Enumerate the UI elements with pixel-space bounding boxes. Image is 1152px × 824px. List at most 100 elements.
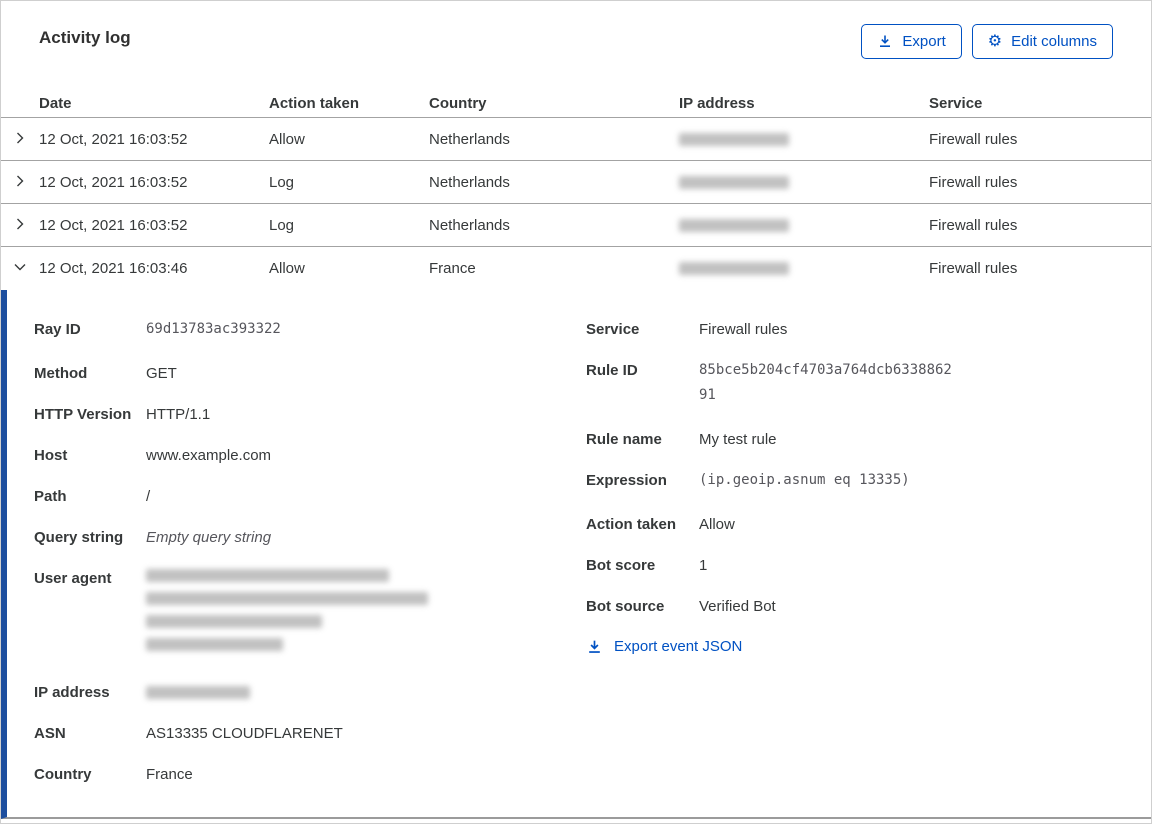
cell-action-taken: Allow: [269, 260, 305, 277]
detail-label: Bot source: [586, 598, 665, 615]
detail-row-ip-address: IP address: [34, 683, 586, 702]
detail-value: Empty query string: [146, 529, 272, 546]
edit-columns-button[interactable]: ⚙ Edit columns: [971, 23, 1113, 59]
detail-label: Bot score: [586, 557, 656, 574]
detail-value-redacted: [146, 569, 428, 661]
edit-columns-button-label: Edit columns: [1011, 32, 1097, 50]
gear-icon: ⚙: [987, 31, 1003, 50]
detail-value: My test rule: [699, 431, 777, 448]
detail-label: ASN: [34, 725, 66, 742]
column-header-service: Service: [929, 94, 983, 112]
event-details-right-column: Service Firewall rules Rule ID 85bce5b20…: [586, 320, 1151, 817]
detail-label: Rule name: [586, 431, 662, 448]
cell-service: Firewall rules: [929, 130, 1018, 148]
cell-country: France: [429, 260, 476, 277]
detail-label: Host: [34, 447, 68, 464]
detail-label: Ray ID: [34, 321, 81, 338]
cell-service: Firewall rules: [929, 173, 1018, 191]
chevron-right-icon: [12, 216, 28, 235]
detail-value: 85bce5b204cf4703a764dcb633886291: [699, 362, 952, 403]
collapse-row-button[interactable]: [10, 257, 30, 280]
detail-label: Service: [586, 321, 640, 338]
activity-log-panel: Activity log Export ⚙ Edit columns Date …: [0, 0, 1152, 824]
page-title: Activity log: [39, 28, 131, 47]
cell-country: Netherlands: [429, 173, 510, 191]
cell-country: Netherlands: [429, 130, 510, 148]
cell-action-taken: Log: [269, 216, 295, 234]
table-row[interactable]: 12 Oct, 2021 16:03:52 Log Netherlands Fi…: [1, 161, 1151, 204]
detail-row-method: Method GET: [34, 364, 586, 383]
cell-ip-address-redacted: [679, 262, 929, 275]
cell-date: 12 Oct, 2021 16:03:52: [39, 130, 188, 148]
column-header-date: Date: [39, 94, 72, 112]
table-header-row: Date Action taken Country IP address Ser…: [1, 89, 1151, 118]
table-row[interactable]: 12 Oct, 2021 16:03:52 Allow Netherlands …: [1, 118, 1151, 161]
detail-value: HTTP/1.1: [146, 406, 211, 423]
column-header-action-taken: Action taken: [269, 94, 360, 112]
chevron-right-icon: [12, 173, 28, 192]
detail-row-asn: ASN AS13335 CLOUDFLARENET: [34, 724, 586, 743]
detail-value-redacted: [146, 683, 250, 702]
detail-label: Rule ID: [586, 362, 638, 379]
detail-row-query-string: Query string Empty query string: [34, 528, 586, 547]
detail-value: France: [146, 766, 193, 783]
toolbar: Export ⚙ Edit columns: [861, 23, 1113, 59]
expand-row-button[interactable]: [10, 128, 30, 151]
expand-row-button[interactable]: [10, 171, 30, 194]
detail-row-user-agent: User agent: [34, 569, 586, 661]
detail-label: Method: [34, 365, 88, 382]
cell-date: 12 Oct, 2021 16:03:52: [39, 216, 188, 234]
column-header-country: Country: [429, 94, 487, 112]
table-row[interactable]: 12 Oct, 2021 16:03:52 Log Netherlands Fi…: [1, 204, 1151, 247]
detail-row-host: Host www.example.com: [34, 446, 586, 465]
detail-label: IP address: [34, 684, 110, 701]
detail-row-rule-id: Rule ID 85bce5b204cf4703a764dcb633886291: [586, 361, 1151, 408]
cell-ip-address-redacted: [679, 218, 929, 232]
cell-service: Firewall rules: [929, 260, 1018, 277]
detail-value: www.example.com: [146, 447, 272, 464]
cell-action-taken: Log: [269, 173, 295, 191]
detail-row-bot-score: Bot score 1: [586, 556, 1151, 575]
download-icon: [586, 638, 603, 655]
cell-action-taken: Allow: [269, 130, 305, 148]
detail-value: /: [146, 488, 151, 505]
export-button[interactable]: Export: [861, 23, 962, 59]
detail-label: Path: [34, 488, 67, 505]
download-icon: [877, 33, 893, 49]
export-button-label: Export: [902, 32, 946, 50]
detail-row-ray-id: Ray ID 69d13783ac393322: [34, 320, 586, 342]
table-row-expanded[interactable]: 12 Oct, 2021 16:03:46 Allow France Firew…: [1, 247, 1151, 290]
detail-row-rule-name: Rule name My test rule: [586, 430, 1151, 449]
detail-row-action-taken: Action taken Allow: [586, 515, 1151, 534]
detail-value: GET: [146, 365, 177, 382]
detail-row-bot-source: Bot source Verified Bot: [586, 597, 1151, 616]
event-details-left-column: Ray ID 69d13783ac393322 Method GET HTTP …: [34, 320, 586, 817]
detail-row-expression: Expression (ip.geoip.asnum eq 13335): [586, 471, 1151, 493]
export-event-json-link[interactable]: Export event JSON: [586, 638, 742, 655]
cell-ip-address-redacted: [679, 175, 929, 189]
detail-label: Expression: [586, 472, 667, 489]
cell-country: Netherlands: [429, 216, 510, 234]
detail-value: 1: [699, 557, 708, 574]
cell-date: 12 Oct, 2021 16:03:52: [39, 173, 188, 191]
export-event-json-label: Export event JSON: [614, 638, 743, 655]
cell-service: Firewall rules: [929, 216, 1018, 234]
detail-label: Query string: [34, 529, 124, 546]
cell-date: 12 Oct, 2021 16:03:46: [39, 260, 188, 277]
header: Activity log Export ⚙ Edit columns: [1, 1, 1151, 89]
detail-value: 69d13783ac393322: [146, 321, 281, 337]
detail-row-export-event: Export event JSON: [586, 638, 1151, 655]
detail-row-http-version: HTTP Version HTTP/1.1: [34, 405, 586, 424]
detail-label: Action taken: [586, 516, 677, 533]
detail-label: HTTP Version: [34, 406, 132, 423]
cell-ip-address-redacted: [679, 132, 929, 146]
detail-row-country: Country France: [34, 765, 586, 784]
column-header-ip-address: IP address: [679, 94, 755, 112]
expand-row-button[interactable]: [10, 214, 30, 237]
detail-label: User agent: [34, 570, 112, 587]
detail-value: (ip.geoip.asnum eq 13335): [699, 472, 910, 488]
detail-row-path: Path /: [34, 487, 586, 506]
detail-label: Country: [34, 766, 92, 783]
detail-value: AS13335 CLOUDFLARENET: [146, 725, 343, 742]
detail-value: Firewall rules: [699, 321, 788, 338]
